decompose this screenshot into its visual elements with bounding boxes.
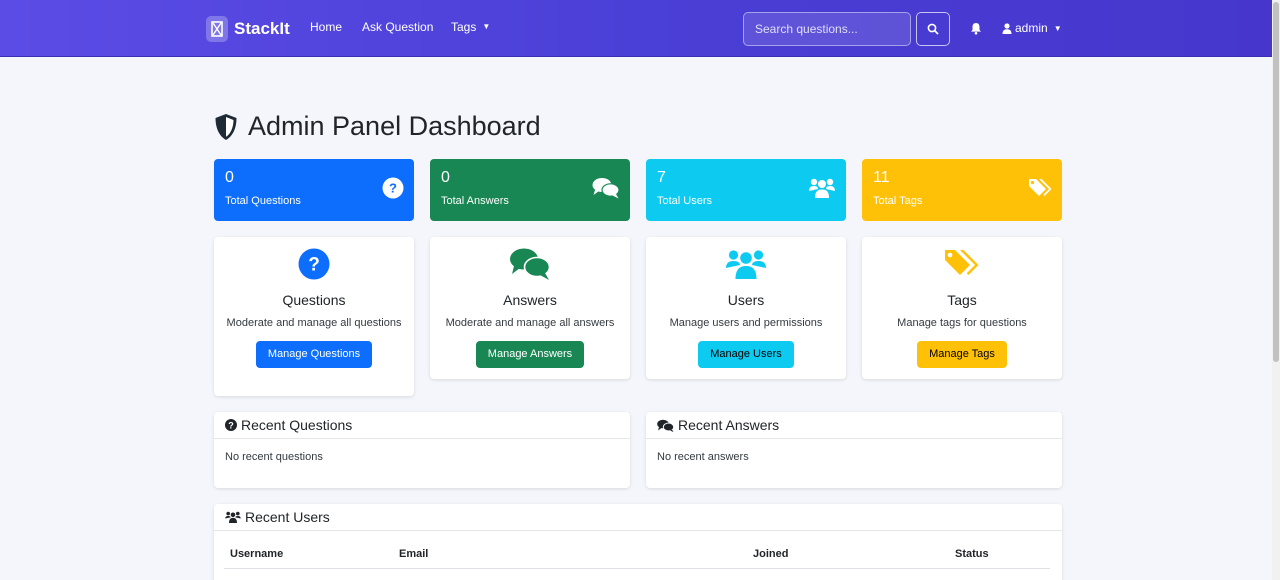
users-icon: [646, 247, 846, 281]
comments-icon: [657, 419, 674, 432]
notifications-bell-icon[interactable]: [970, 22, 982, 40]
panel-header: Recent Users: [214, 504, 1062, 531]
module-description: Moderate and manage all questions: [226, 317, 402, 329]
user-icon: [1002, 22, 1012, 34]
stackit-logo-icon: [206, 16, 228, 42]
stat-card-tags: 11 Total Tags: [862, 159, 1062, 221]
manage-users-button[interactable]: Manage Users: [698, 341, 794, 368]
comments-icon: [592, 177, 620, 204]
panel-title: Recent Questions: [241, 417, 353, 433]
module-card-answers: Answers Moderate and manage all answers …: [430, 237, 630, 379]
module-title: Questions: [282, 292, 346, 308]
caret-down-icon: ▼: [482, 22, 491, 31]
panel-header: ? Recent Questions: [214, 412, 630, 439]
page-title-text: Admin Panel Dashboard: [248, 111, 541, 141]
question-circle-icon: ?: [214, 247, 414, 281]
search-icon: [927, 23, 939, 35]
nav-home-link[interactable]: Home: [310, 20, 342, 34]
stat-card-answers: 0 Total Answers: [430, 159, 630, 221]
recent-questions-panel: ? Recent Questions No recent questions: [214, 412, 630, 488]
recent-answers-panel: Recent Answers No recent answers: [646, 412, 1062, 488]
module-title: Users: [727, 292, 765, 308]
panel-title: Recent Answers: [678, 417, 780, 433]
column-header-joined: Joined: [753, 548, 789, 560]
brand-link[interactable]: StackIt: [206, 16, 290, 42]
manage-questions-button[interactable]: Manage Questions: [255, 341, 373, 368]
top-navbar: StackIt Home Ask Question Tags ▼ admin ▼: [0, 0, 1280, 57]
user-menu-dropdown[interactable]: admin ▼: [1002, 21, 1062, 35]
search-input[interactable]: [743, 12, 911, 46]
question-circle-icon: ?: [382, 177, 404, 204]
users-icon: [808, 177, 836, 204]
recent-users-table: Username Email Joined Status: [224, 542, 1050, 569]
recent-users-panel: Recent Users Username Email Joined Statu…: [214, 504, 1062, 580]
svg-text:?: ?: [389, 181, 397, 196]
stat-label: Total Tags: [873, 195, 923, 207]
column-header-status: Status: [955, 548, 989, 560]
comments-icon: [430, 247, 630, 281]
nav-ask-question-link[interactable]: Ask Question: [362, 20, 433, 34]
stat-label: Total Questions: [225, 195, 301, 207]
stat-card-users: 7 Total Users: [646, 159, 846, 221]
nav-tags-label: Tags: [451, 20, 477, 34]
stat-value: 0: [225, 169, 234, 186]
tags-icon: [1028, 177, 1052, 204]
svg-text:?: ?: [308, 255, 320, 276]
svg-text:?: ?: [228, 420, 234, 430]
page-title: Admin Panel Dashboard: [214, 111, 541, 142]
module-title: Answers: [503, 292, 557, 308]
empty-state-text: No recent questions: [225, 451, 323, 463]
module-card-tags: Tags Manage tags for questions Manage Ta…: [862, 237, 1062, 379]
module-description: Manage tags for questions: [897, 317, 1027, 329]
page-scrollbar[interactable]: [1272, 0, 1280, 580]
table-header-row: Username Email Joined Status: [224, 542, 1050, 569]
module-card-users: Users Manage users and permissions Manag…: [646, 237, 846, 379]
stat-card-questions: 0 Total Questions ?: [214, 159, 414, 221]
empty-state-text: No recent answers: [657, 451, 749, 463]
manage-tags-button[interactable]: Manage Tags: [917, 341, 1007, 368]
stat-value: 11: [873, 169, 890, 186]
tags-icon: [862, 247, 1062, 281]
module-card-questions: ? Questions Moderate and manage all ques…: [214, 237, 414, 396]
manage-answers-button[interactable]: Manage Answers: [475, 341, 585, 368]
nav-tags-dropdown[interactable]: Tags ▼: [451, 20, 490, 34]
question-circle-icon: ?: [225, 419, 237, 431]
scrollbar-thumb[interactable]: [1273, 2, 1279, 362]
module-description: Moderate and manage all answers: [445, 317, 615, 329]
brand-name: StackIt: [234, 19, 290, 38]
panel-header: Recent Answers: [646, 412, 1062, 439]
user-name: admin: [1015, 21, 1048, 35]
users-icon: [225, 511, 241, 523]
module-title: Tags: [947, 292, 977, 308]
caret-down-icon: ▼: [1053, 23, 1062, 33]
column-header-username: Username: [230, 548, 284, 560]
module-description: Manage users and permissions: [669, 317, 823, 329]
search-button[interactable]: [916, 12, 950, 46]
column-header-email: Email: [399, 548, 429, 560]
panel-title: Recent Users: [245, 509, 330, 525]
shield-icon: [215, 113, 237, 140]
